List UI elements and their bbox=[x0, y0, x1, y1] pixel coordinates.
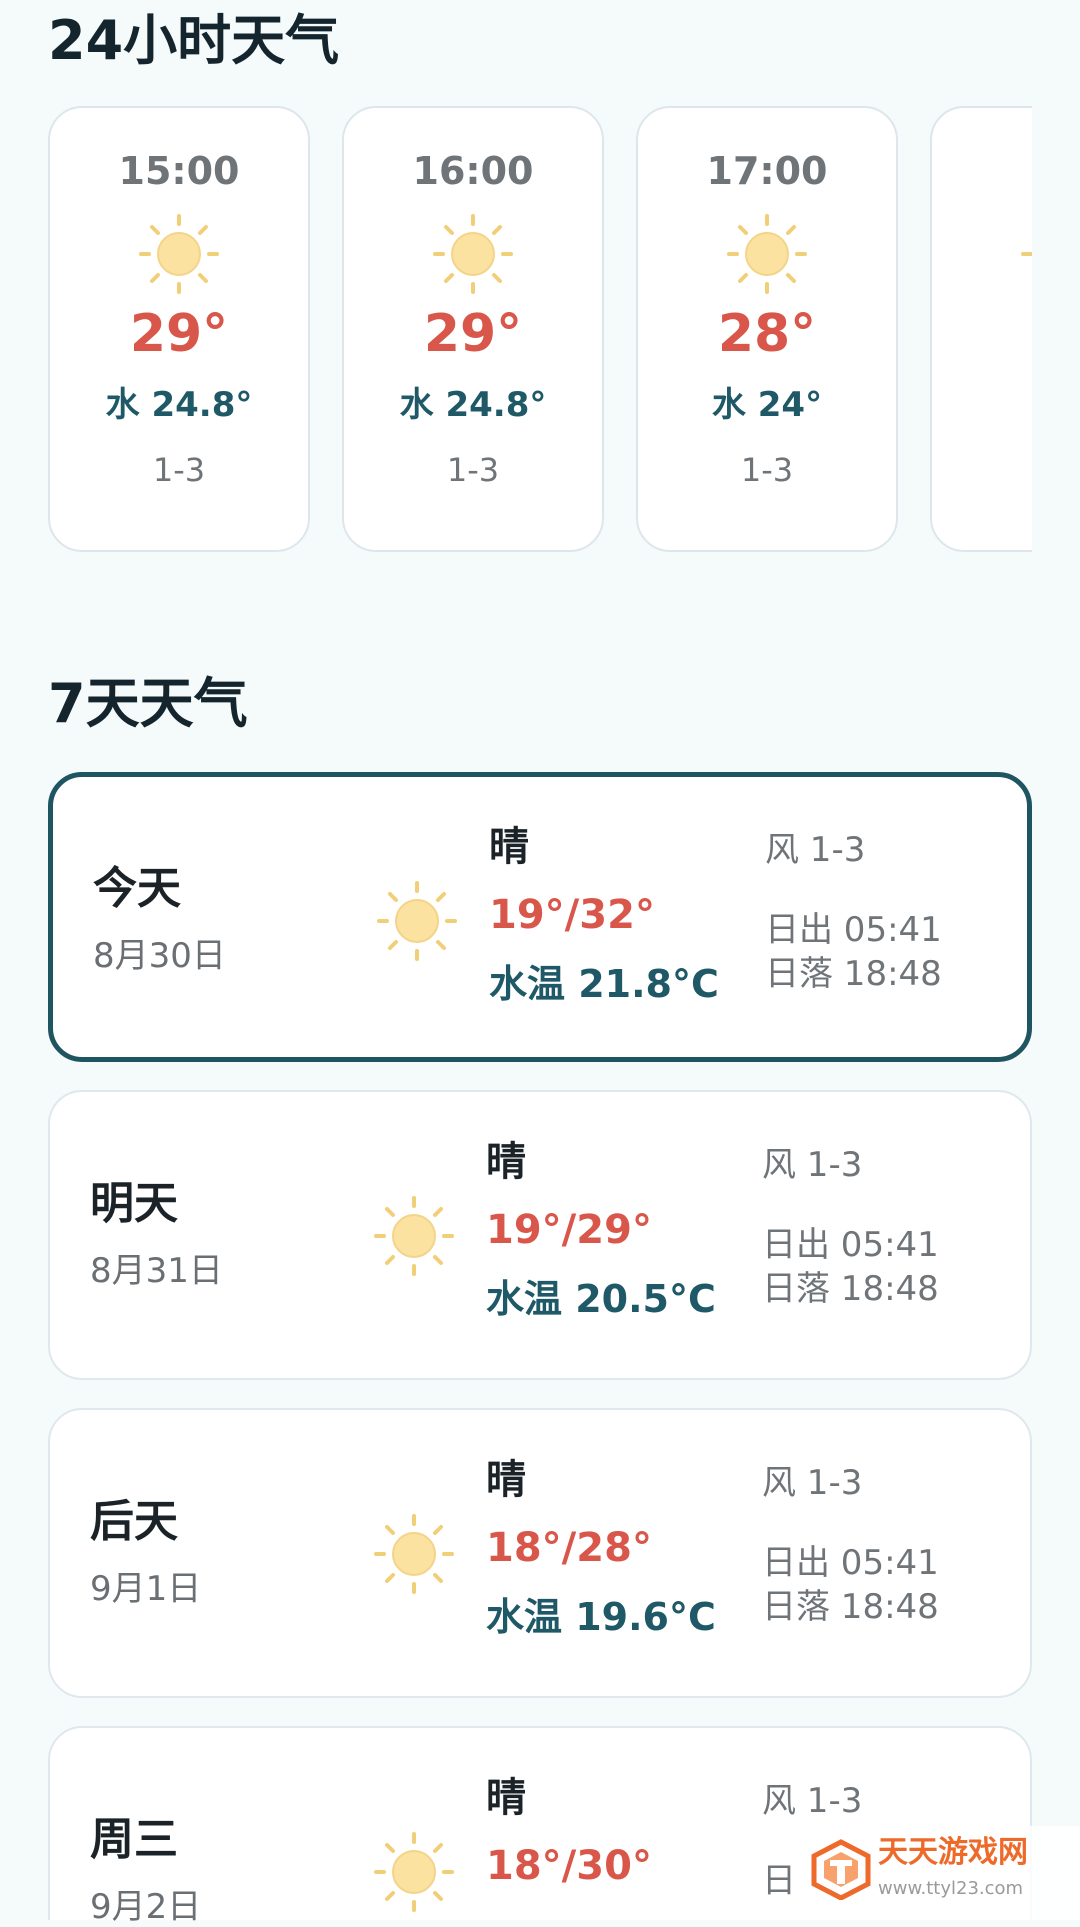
day-temperature-range: 18°/28° bbox=[486, 1525, 652, 1571]
day-date: 9月2日 bbox=[90, 1887, 202, 1927]
day-sunset: 日落 18:48 bbox=[762, 1587, 939, 1627]
day-date: 9月1日 bbox=[90, 1569, 202, 1609]
day-name: 今天 bbox=[93, 863, 181, 914]
hour-time: 15:00 bbox=[118, 149, 240, 193]
day-water-temperature: 水温 20.5°C bbox=[486, 1277, 716, 1321]
sun-icon bbox=[139, 214, 219, 294]
hourly-card[interactable]: 16:00 29° 水 24.8° 1-3 bbox=[342, 106, 604, 552]
hourly-section-title: 24小时天气 bbox=[48, 9, 340, 72]
hour-wind-level: 1-3 bbox=[740, 451, 794, 489]
hour-temperature: 2 bbox=[932, 308, 1032, 360]
day-name: 周三 bbox=[90, 1814, 178, 1865]
day-temperature-range: 19°/32° bbox=[489, 892, 655, 938]
hour-water-temperature: 水 24.8° bbox=[105, 385, 253, 425]
day-condition: 晴 bbox=[486, 1457, 526, 1503]
hour-water-temperature: 水 24° bbox=[711, 385, 823, 425]
day-sunrise: 日出 05:41 bbox=[762, 1543, 939, 1583]
day-date: 8月30日 bbox=[93, 936, 226, 976]
day-temperature-range: 19°/29° bbox=[486, 1207, 652, 1253]
day-wind: 风 1-3 bbox=[762, 1145, 863, 1185]
day-name: 后天 bbox=[90, 1496, 178, 1547]
hour-temperature: 29° bbox=[129, 304, 229, 364]
hour-wind-level: 1-3 bbox=[152, 451, 206, 489]
sun-icon bbox=[1021, 214, 1032, 294]
hour-water-temperature: 水 bbox=[932, 388, 1032, 422]
day-condition: 晴 bbox=[489, 824, 529, 870]
watermark-url: www.ttyl23.com bbox=[878, 1878, 1024, 1899]
sun-icon bbox=[433, 214, 513, 294]
sun-icon bbox=[374, 1196, 454, 1276]
hourly-card[interactable]: 1 2 水 bbox=[930, 106, 1032, 552]
watermark: 天天游戏网 www.ttyl23.com bbox=[806, 1826, 1080, 1920]
day-water-temperature: 水温 19.6°C bbox=[486, 1595, 716, 1639]
hourly-forecast-strip[interactable]: 15:00 29° 水 24.8° 1-3 16:00 29° 水 24.8° … bbox=[48, 106, 1032, 556]
hourly-card[interactable]: 17:00 28° 水 24° 1-3 bbox=[636, 106, 898, 552]
hour-temperature: 28° bbox=[717, 304, 817, 364]
hour-water-temperature: 水 24.8° bbox=[399, 385, 547, 425]
day-name: 明天 bbox=[90, 1178, 178, 1229]
watermark-name: 天天游戏网 bbox=[878, 1835, 1028, 1870]
day-sunrise: 日出 05:41 bbox=[762, 1225, 939, 1265]
day-sunrise: 日出 05:41 bbox=[765, 910, 942, 950]
day-temperature-range: 18°/30° bbox=[486, 1843, 652, 1889]
ttyl-logo-icon bbox=[811, 1839, 871, 1900]
hour-temperature: 29° bbox=[423, 304, 523, 364]
hour-time: 16:00 bbox=[412, 149, 534, 193]
daily-card[interactable]: 明天 8月31日 晴 19°/29° 水温 20.5°C 风 1-3 日出 05… bbox=[48, 1090, 1032, 1380]
day-wind: 风 1-3 bbox=[765, 830, 866, 870]
daily-card-selected[interactable]: 今天 8月30日 晴 19°/32° 水温 21.8°C 风 1-3 日出 05… bbox=[48, 772, 1032, 1062]
sun-icon bbox=[374, 1832, 454, 1912]
sun-icon bbox=[377, 881, 457, 961]
hour-time: 1 bbox=[932, 152, 1032, 190]
hour-wind-level: 1-3 bbox=[446, 451, 500, 489]
daily-section-title: 7天天气 bbox=[48, 672, 248, 735]
daily-card[interactable]: 后天 9月1日 晴 18°/28° 水温 19.6°C 风 1-3 日出 05:… bbox=[48, 1408, 1032, 1698]
hourly-card[interactable]: 15:00 29° 水 24.8° 1-3 bbox=[48, 106, 310, 552]
hour-time: 17:00 bbox=[706, 149, 828, 193]
day-sunrise: 日 bbox=[762, 1861, 796, 1901]
day-wind: 风 1-3 bbox=[762, 1781, 863, 1821]
day-sunset: 日落 18:48 bbox=[762, 1269, 939, 1309]
sun-icon bbox=[727, 214, 807, 294]
day-wind: 风 1-3 bbox=[762, 1463, 863, 1503]
day-condition: 晴 bbox=[486, 1139, 526, 1185]
day-condition: 晴 bbox=[486, 1775, 526, 1821]
sun-icon bbox=[374, 1514, 454, 1594]
day-sunset: 日落 18:48 bbox=[765, 954, 942, 994]
day-water-temperature: 水温 21.8°C bbox=[489, 962, 719, 1006]
day-date: 8月31日 bbox=[90, 1251, 223, 1291]
